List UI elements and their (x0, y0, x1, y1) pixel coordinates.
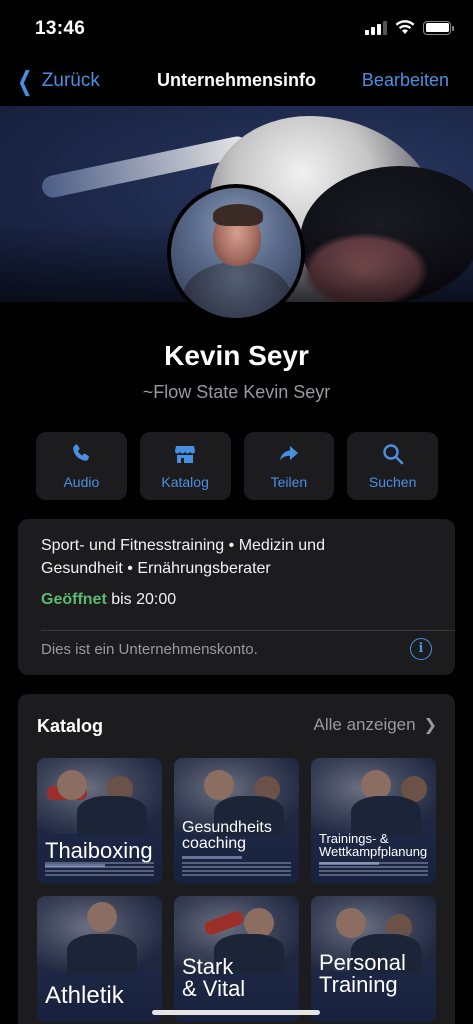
open-status: Geöffnet (41, 591, 107, 608)
catalog-item-label: Stark & Vital (182, 954, 246, 1001)
share-label: Teilen (270, 474, 308, 490)
info-icon[interactable]: i (410, 638, 432, 660)
status-bar: 13:46 (0, 0, 473, 56)
catalog-title: Katalog (37, 716, 104, 736)
status-icons (365, 20, 454, 35)
home-indicator[interactable] (152, 1010, 320, 1015)
chevron-right-icon: ❯ (423, 717, 437, 734)
phone-icon (73, 444, 90, 461)
audio-label: Audio (63, 474, 100, 490)
catalog-item-label: Thaiboxing (45, 838, 153, 863)
divider (41, 630, 455, 631)
catalog-item[interactable]: Stark & Vital (174, 896, 299, 1022)
catalog-grid: Thaiboxing Gesundheits coaching Training… (37, 758, 436, 1022)
see-all-label: Alle anzeigen (313, 715, 416, 734)
business-account-note: Dies ist ein Unternehmenskonto. (41, 641, 258, 658)
catalog-item-label: Personal Training (319, 950, 406, 997)
edit-button[interactable]: Bearbeiten (362, 70, 449, 91)
catalog-item-label: Athletik (45, 982, 124, 1009)
profile-name: Kevin Seyr (164, 340, 309, 371)
business-categories: Sport- und Fitnesstraining • Medizin und… (41, 537, 325, 577)
hours-text: bis 20:00 (106, 591, 177, 608)
catalog-item-label: Trainings- & Wettkampfplanung (319, 831, 428, 859)
catalog-item[interactable]: Gesundheits coaching (174, 758, 299, 884)
nav-bar: ❮ Zurück Unternehmensinfo Bearbeiten (0, 56, 473, 106)
business-info-card: Sport- und Fitnesstraining • Medizin und… (18, 519, 455, 675)
search-button[interactable]: Suchen (347, 432, 438, 500)
catalog-item-label: Gesundheits coaching (182, 819, 272, 852)
search-icon (382, 444, 403, 465)
see-all-link[interactable]: Alle anzeigen ❯ (314, 715, 437, 735)
share-button[interactable]: Teilen (243, 432, 335, 500)
catalog-card: Katalog Alle anzeigen ❯ Thaiboxing Gesun… (18, 694, 455, 1024)
opening-hours: Geöffnet bis 20:00 (41, 591, 176, 609)
catalog-button[interactable]: Katalog (139, 432, 231, 500)
status-time: 13:46 (35, 18, 86, 39)
audio-button[interactable]: Audio (36, 432, 127, 500)
catalog-item[interactable]: Personal Training (311, 896, 436, 1022)
catalog-item[interactable]: Trainings- & Wettkampfplanung (311, 758, 436, 884)
action-buttons: Audio Katalog Teilen Suchen (36, 432, 438, 500)
search-label: Suchen (368, 474, 417, 490)
storefront-icon (175, 446, 196, 463)
share-arrow-icon (279, 446, 298, 461)
battery-icon (423, 20, 454, 35)
wifi-icon (395, 20, 415, 34)
cellular-signal-icon (365, 20, 387, 35)
catalog-label: Katalog (161, 474, 209, 490)
profile-avatar[interactable] (167, 184, 305, 322)
profile-subtitle: ~Flow State Kevin Seyr (142, 382, 331, 402)
catalog-item[interactable]: Athletik (37, 896, 162, 1022)
catalog-item[interactable]: Thaiboxing (37, 758, 162, 884)
